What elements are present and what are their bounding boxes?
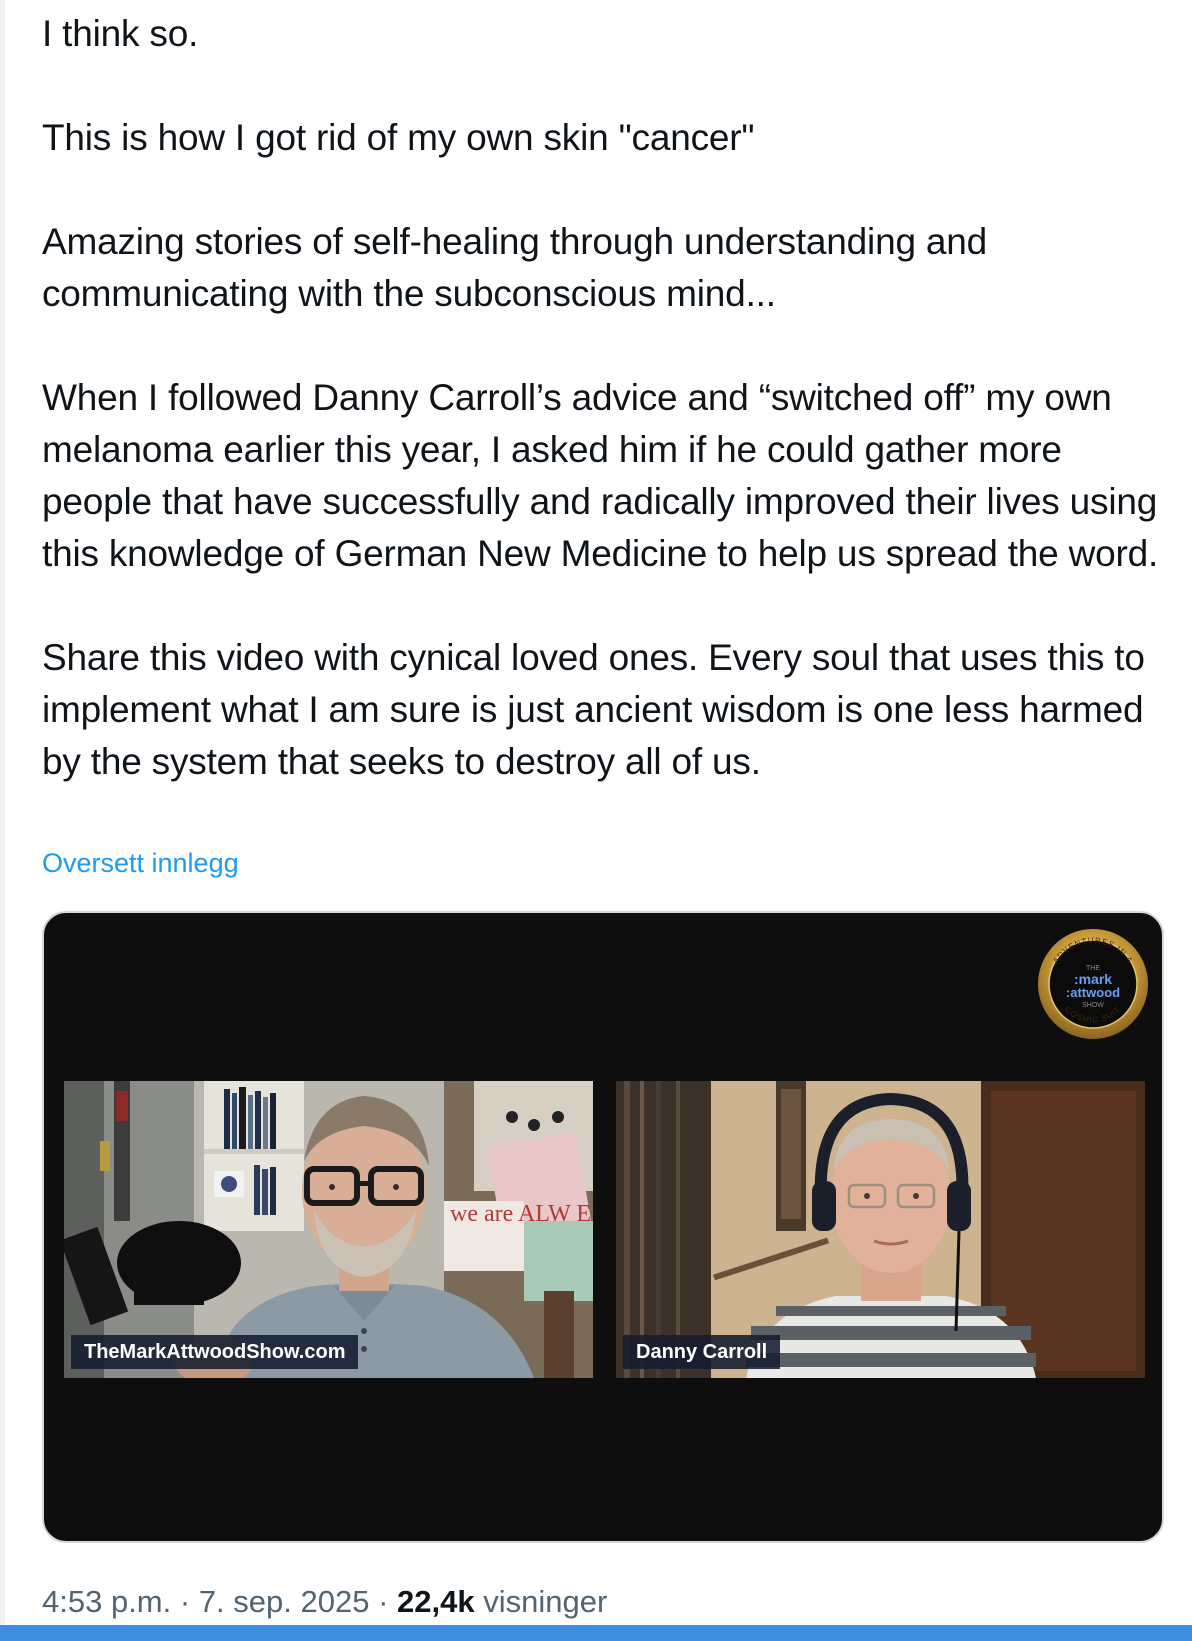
- post-body: I think so. This is how I got rid of my …: [42, 8, 1162, 788]
- post-paragraph: Amazing stories of self-healing through …: [42, 221, 988, 314]
- participant-tile-guest: Danny Carroll: [616, 1081, 1145, 1378]
- bottom-highlight-bar: [0, 1625, 1192, 1641]
- participant-name-tag: TheMarkAttwoodShow.com: [71, 1335, 359, 1369]
- timeline-border: [0, 0, 5, 1641]
- post-date[interactable]: 7. sep. 2025: [199, 1584, 370, 1619]
- post-paragraph: Share this video with cynical loved ones…: [42, 637, 1145, 782]
- meta-separator: ·: [171, 1584, 199, 1619]
- views-label: visninger: [483, 1584, 608, 1619]
- show-logo: ADVENTURES IN A COSMIC SUIT THE :mark :a…: [1038, 929, 1148, 1039]
- participant-tile-host: we are ALW ER TheMarkAttwoodShow.com: [64, 1081, 593, 1378]
- post-paragraph: I think so.: [42, 13, 199, 54]
- host-video-frame: we are ALW ER: [64, 1081, 593, 1378]
- logo-show: SHOW: [1082, 1002, 1104, 1009]
- participant-name-tag: Danny Carroll: [623, 1335, 781, 1369]
- meta-separator: ·: [369, 1584, 398, 1619]
- views-count: 22,4k: [397, 1584, 475, 1619]
- guest-video-frame: [616, 1081, 1145, 1378]
- post-paragraph: When I followed Danny Carroll’s advice a…: [42, 377, 1159, 574]
- post-meta: 4:53 p.m. · 7. sep. 2025 · 22,4k visning…: [42, 1584, 607, 1620]
- post-paragraph: This is how I got rid of my own skin "ca…: [42, 117, 755, 158]
- logo-line2: :attwood: [1066, 985, 1120, 1000]
- translate-post-link[interactable]: Oversett innlegg: [42, 848, 239, 879]
- video-player[interactable]: ADVENTURES IN A COSMIC SUIT THE :mark :a…: [42, 911, 1164, 1543]
- post-time[interactable]: 4:53 p.m.: [42, 1584, 171, 1619]
